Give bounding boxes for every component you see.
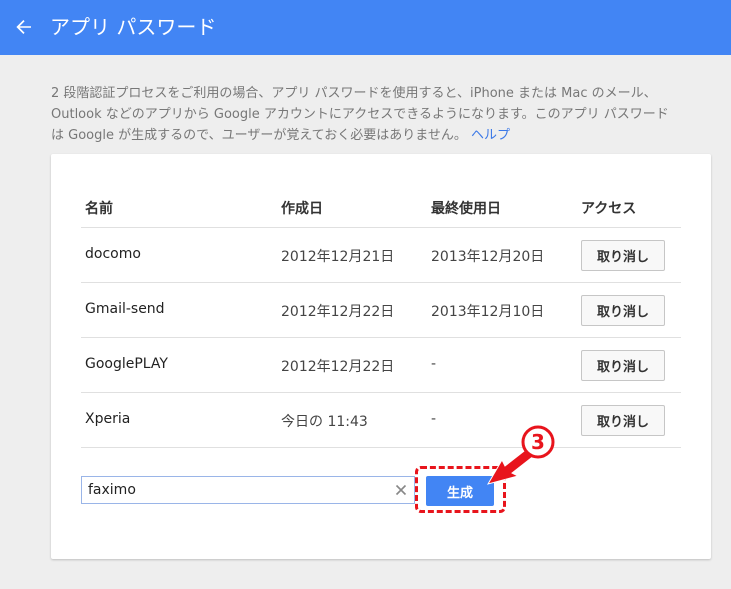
description-line-1: 2 段階認証プロセスをご利用の場合、アプリ パスワードを使用すると、iPhone… bbox=[51, 86, 657, 101]
column-header-name: 名前 bbox=[85, 201, 113, 217]
row-created: 2012年12月21日 bbox=[281, 249, 395, 265]
app-name-input[interactable] bbox=[88, 480, 388, 500]
page-description: 2 段階認証プロセスをご利用の場合、アプリ パスワードを使用すると、iPhone… bbox=[51, 83, 711, 146]
row-last-used: 2013年12月20日 bbox=[431, 249, 545, 265]
revoke-button[interactable]: 取り消し bbox=[581, 405, 665, 436]
revoke-button[interactable]: 取り消し bbox=[581, 295, 665, 326]
row-divider bbox=[81, 227, 681, 228]
row-last-used: 2013年12月10日 bbox=[431, 304, 545, 320]
revoke-button[interactable]: 取り消し bbox=[581, 240, 665, 271]
row-divider bbox=[81, 337, 681, 338]
row-divider bbox=[81, 392, 681, 393]
step-number-badge: 3 bbox=[521, 425, 555, 459]
column-header-last-used: 最終使用日 bbox=[431, 201, 501, 217]
row-name: GooglePLAY bbox=[85, 356, 168, 372]
row-divider bbox=[81, 447, 681, 448]
row-last-used: - bbox=[431, 356, 437, 372]
row-name: Gmail-send bbox=[85, 301, 165, 317]
revoke-button[interactable]: 取り消し bbox=[581, 350, 665, 381]
row-created: 2012年12月22日 bbox=[281, 359, 395, 375]
arrow-back-icon bbox=[16, 20, 31, 34]
step-number-text: 3 bbox=[531, 430, 545, 454]
row-name: Xperia bbox=[85, 411, 131, 427]
app-name-field bbox=[81, 476, 415, 504]
back-button[interactable] bbox=[6, 9, 42, 45]
row-name: docomo bbox=[85, 246, 141, 262]
row-created: 今日の 11:43 bbox=[281, 414, 368, 430]
top-app-bar: アプリ パスワード bbox=[0, 0, 731, 55]
description-line-2: Outlook などのアプリから Google アカウントにアクセスできるように… bbox=[51, 107, 669, 122]
row-created: 2012年12月22日 bbox=[281, 304, 395, 320]
page-title: アプリ パスワード bbox=[50, 15, 217, 39]
description-line-3: は Google が生成するので、ユーザーが覚えておく必要はありません。 ヘルプ bbox=[51, 125, 711, 146]
row-divider bbox=[81, 282, 681, 283]
column-header-access: アクセス bbox=[581, 201, 637, 217]
row-last-used: - bbox=[431, 411, 437, 427]
description-line-3-text: は Google が生成するので、ユーザーが覚えておく必要はありません。 bbox=[51, 128, 467, 143]
clear-icon[interactable] bbox=[393, 482, 409, 498]
help-link[interactable]: ヘルプ bbox=[471, 128, 510, 143]
column-header-created: 作成日 bbox=[281, 201, 323, 217]
